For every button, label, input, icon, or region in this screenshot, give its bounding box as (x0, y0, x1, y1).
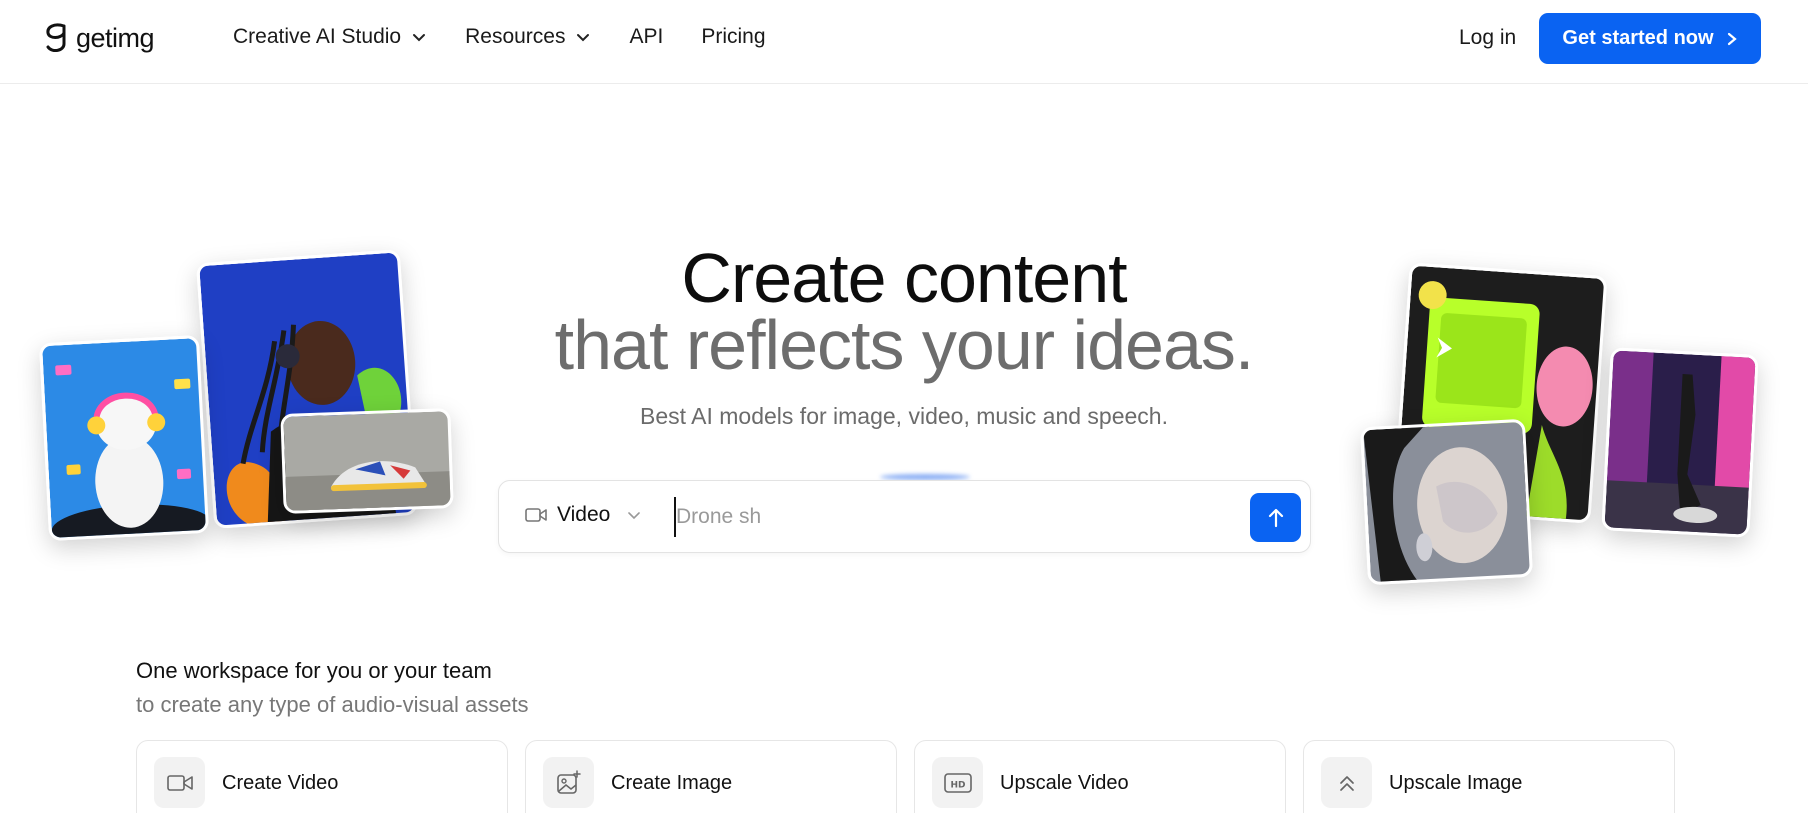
prompt-bar: Video (498, 480, 1311, 553)
tile-create-video[interactable]: Create Video (136, 740, 508, 813)
mode-label: Video (557, 503, 611, 526)
chevron-down-icon (413, 34, 426, 42)
tile-upscale-video[interactable]: HD Upscale Video (914, 740, 1286, 813)
nav-link-label: Resources (465, 25, 566, 48)
workspace-title: One workspace for you or your team (136, 658, 492, 683)
city-sneakers-image (1601, 347, 1759, 538)
chevron-down-icon (577, 34, 590, 42)
logo-text: getimg (76, 22, 155, 53)
video-camera-icon (525, 508, 547, 522)
prompt-input[interactable] (674, 497, 1234, 537)
nav-links: Creative AI Studio Resources API Pricing (233, 25, 804, 49)
nav-resources[interactable]: Resources (465, 25, 591, 49)
arrow-up-icon (1268, 508, 1283, 527)
logo[interactable]: getimg (44, 22, 155, 54)
logo-mark-icon (46, 23, 66, 53)
nav-api[interactable]: API (629, 25, 663, 49)
get-started-button[interactable]: Get started now (1539, 13, 1761, 64)
tile-upscale-image[interactable]: Upscale Image (1303, 740, 1675, 813)
send-button[interactable] (1250, 493, 1301, 542)
tile-icon-box (154, 757, 205, 808)
get-started-label: Get started now (1562, 27, 1714, 49)
tile-label: Create Image (611, 772, 733, 794)
chevron-down-icon (628, 512, 641, 520)
tile-label: Create Video (222, 772, 339, 794)
nav-link-label: Creative AI Studio (233, 25, 402, 48)
tile-icon-box: HD (932, 757, 983, 808)
tile-label: Upscale Video (1000, 772, 1129, 794)
hd-icon: HD (943, 772, 972, 793)
top-nav: getimg Creative AI Studio Resources API … (0, 0, 1808, 84)
feature-tiles: Create Video Create Image HD Upscale Vid… (136, 740, 1675, 813)
nav-link-label: Pricing (701, 25, 766, 48)
tile-icon-box (1321, 757, 1372, 808)
chevron-right-icon (1727, 32, 1737, 45)
nav-pricing[interactable]: Pricing (701, 25, 765, 49)
tile-label: Upscale Image (1389, 772, 1523, 794)
login-link[interactable]: Log in (1459, 26, 1516, 50)
nav-link-label: API (629, 25, 664, 48)
workspace-subtitle: to create any type of audio-visual asset… (136, 692, 529, 717)
double-chevron-up-icon (1339, 775, 1354, 791)
image-sparkle-icon (556, 769, 581, 794)
video-camera-icon (166, 774, 193, 791)
mode-selector[interactable]: Video (525, 503, 642, 527)
nav-creative-ai-studio[interactable]: Creative AI Studio (233, 25, 427, 49)
tile-icon-box (543, 757, 594, 808)
svg-text:HD: HD (950, 780, 965, 790)
chrome-portrait-image (1359, 418, 1534, 586)
tile-create-image[interactable]: Create Image (525, 740, 897, 813)
